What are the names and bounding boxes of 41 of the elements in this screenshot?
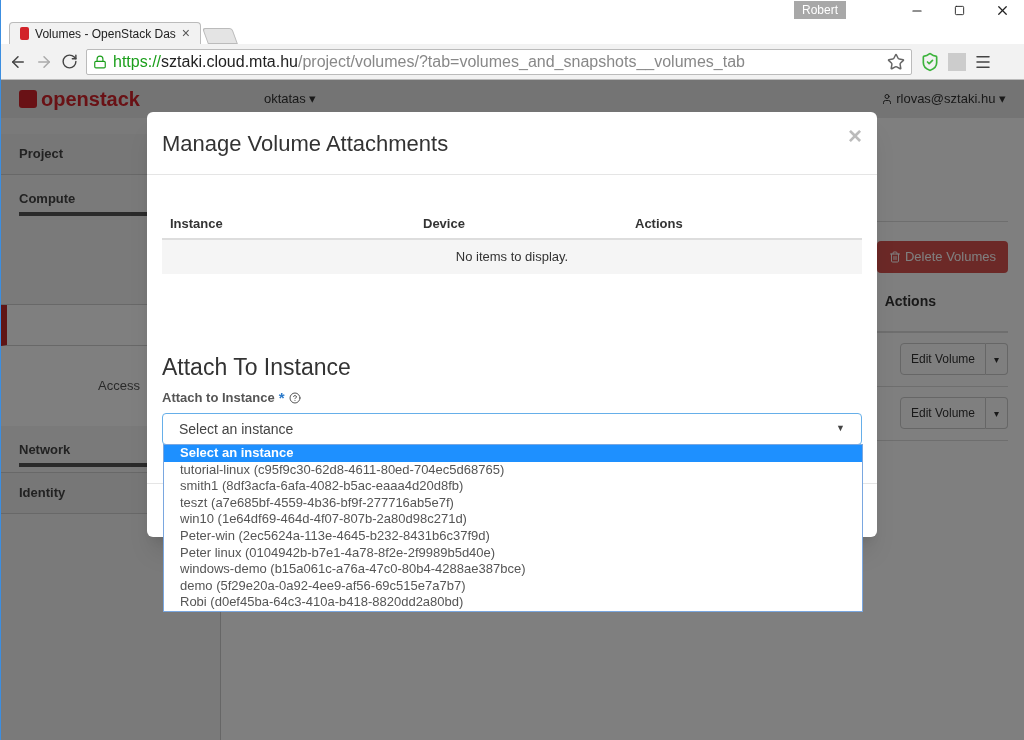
project-dropdown[interactable]: oktatas ▾ (263, 89, 317, 109)
url-scheme: https:// (113, 52, 162, 70)
tab-close-button[interactable]: × (181, 23, 190, 44)
caret-button[interactable]: ▾ (986, 343, 1008, 375)
user-menu[interactable]: rlovas@sztaki.hu ▾ (881, 89, 1006, 109)
option[interactable]: Select an instance (164, 445, 862, 462)
required-mark: * (278, 387, 285, 408)
lock-icon (93, 54, 107, 69)
option[interactable]: Peter linux (0104942b-b7e1-4a78-8f2e-2f9989b5d40e) (164, 544, 862, 562)
option[interactable]: Robi (d0ef45ba-64c3-410a-b418-8820dd2a80bd) (164, 594, 862, 611)
option[interactable]: windows-demo (b15a061c-a76a-47c0-80b4-4288ae387bce) (164, 561, 862, 578)
help-icon[interactable] (288, 391, 301, 404)
caret-button[interactable]: ▾ (986, 397, 1008, 429)
edit-volume-button[interactable]: Edit Volume (899, 397, 986, 429)
user-icon (881, 93, 894, 105)
openstack-logo[interactable]: openstack (19, 84, 140, 114)
openstack-logo-icon (20, 27, 30, 40)
address-bar[interactable]: https://sztaki.cloud.mta.hu/project/volumes/?tab=volumes_and_snapshots__volumes_tab (86, 48, 912, 75)
bookmark-star-icon[interactable] (887, 52, 905, 71)
browser-tab[interactable]: Volumes - OpenStack Das × (9, 22, 201, 44)
option[interactable]: Peter-win (2ec5624a-113e-4645-b232-8431b6c37f9d) (164, 527, 862, 545)
column-header: Actions (884, 292, 936, 311)
column-header: Device (423, 214, 466, 233)
field-label: Attach to Instance (162, 389, 275, 407)
url-host: sztaki.cloud.mta.hu (161, 52, 298, 70)
maximize-icon[interactable] (954, 5, 965, 16)
section-title: Attach To Instance (162, 353, 352, 382)
column-header: Actions (635, 214, 684, 233)
profile-badge[interactable]: Robert (793, 1, 846, 19)
trash-icon (888, 250, 901, 263)
url-path: /project/volumes/?tab=volumes_and_snapshots__volumes_tab (298, 52, 745, 70)
empty-message: No items to display. (455, 248, 569, 267)
column-header: Instance (170, 214, 224, 233)
reload-icon[interactable] (61, 53, 78, 70)
option[interactable]: demo (5f29e20a-0a92-4ee9-af56-69c515e7a7b7) (164, 577, 862, 595)
option[interactable]: win10 (1e64df69-464d-4f07-807b-2a80d98c271d) (164, 511, 862, 528)
close-icon[interactable] (995, 3, 1010, 18)
sidebar-item[interactable]: Access (98, 376, 140, 396)
delete-volumes-button[interactable]: Delete Volumes (876, 241, 1008, 273)
edit-volume-button[interactable]: Edit Volume (899, 343, 986, 375)
tab-title: Volumes - OpenStack Das (35, 25, 176, 43)
